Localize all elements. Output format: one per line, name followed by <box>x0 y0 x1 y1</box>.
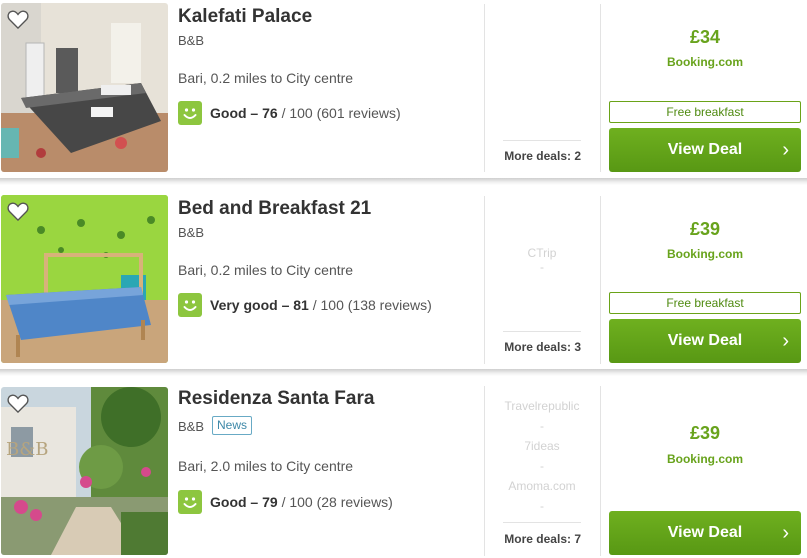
deal-price: £39 <box>689 423 721 443</box>
rating-reviews: / 100 (601 reviews) <box>277 104 401 121</box>
rating-reviews: / 100 (28 reviews) <box>277 493 393 510</box>
hotel-rating[interactable]: Very good – 81 / 100 (138 reviews) <box>178 292 432 317</box>
hotel-rating[interactable]: Good – 76 / 100 (601 reviews) <box>178 100 401 125</box>
smiley-icon <box>178 292 202 317</box>
hotel-photo[interactable]: B&B <box>1 387 168 555</box>
heart-icon[interactable] <box>7 9 29 29</box>
divider <box>600 386 601 556</box>
rating-score: Good – 76 <box>210 104 278 121</box>
divider <box>484 196 485 364</box>
more-deals-link[interactable]: More deals: 3 <box>503 340 581 354</box>
rating-score: Good – 79 <box>210 493 278 510</box>
hotel-location: Bari, 0.2 miles to City centre <box>178 262 354 278</box>
view-deal-button[interactable]: View Deal › <box>609 319 801 363</box>
ota-price: - <box>540 419 544 433</box>
ota-price: - <box>540 260 544 274</box>
accommodation-type: B&B <box>178 419 205 434</box>
heart-icon[interactable] <box>7 201 29 221</box>
view-deal-button[interactable]: View Deal › <box>609 511 801 555</box>
view-deal-label: View Deal <box>667 141 743 158</box>
deal-provider: Booking.com <box>666 55 743 69</box>
smiley-icon <box>178 100 202 125</box>
hotel-card: Kalefati Palace B&B Bari, 0.2 miles to C… <box>0 0 807 178</box>
hotel-name[interactable]: Bed and Breakfast 21 <box>178 198 371 220</box>
deal-provider: Booking.com <box>666 247 743 261</box>
divider <box>503 522 581 523</box>
accommodation-type: B&B <box>178 33 205 48</box>
hotel-card: Bed and Breakfast 21 B&B Bari, 0.2 miles… <box>0 185 807 369</box>
hotel-photo[interactable] <box>1 195 168 363</box>
chevron-right-icon: › <box>782 330 789 352</box>
heart-icon[interactable] <box>7 393 29 413</box>
rating-reviews: / 100 (138 reviews) <box>308 296 432 313</box>
more-deals-link[interactable]: More deals: 2 <box>503 149 581 163</box>
smiley-icon <box>178 489 202 514</box>
ota-price: - <box>540 499 544 513</box>
divider <box>600 4 601 172</box>
other-sites-list: CTrip - <box>503 243 581 277</box>
hotel-photo[interactable] <box>1 3 168 172</box>
hotel-name[interactable]: Kalefati Palace <box>178 6 312 28</box>
ota-name[interactable]: Travelrepublic <box>503 396 581 416</box>
hotel-location: Bari, 2.0 miles to City centre <box>178 458 354 474</box>
ota-price: - <box>540 459 544 473</box>
divider <box>503 140 581 141</box>
view-deal-label: View Deal <box>667 332 743 349</box>
divider <box>503 331 581 332</box>
view-deal-button[interactable]: View Deal › <box>609 128 801 172</box>
deal-price: £34 <box>689 27 721 47</box>
deal-provider: Booking.com <box>666 452 743 466</box>
hotel-location: Bari, 0.2 miles to City centre <box>178 70 354 86</box>
rating-score: Very good – 81 <box>210 296 309 313</box>
deal-price: £39 <box>689 219 721 239</box>
divider <box>600 196 601 364</box>
ota-name[interactable]: Amoma.com <box>503 476 581 496</box>
card-separator <box>0 369 807 376</box>
free-breakfast-badge: Free breakfast <box>609 101 801 123</box>
view-deal-label: View Deal <box>667 524 743 541</box>
other-sites-list: Travelrepublic - 7ideas - Amoma.com - <box>503 396 581 516</box>
hotel-card: B&B Residenza Santa Fara B&B News Bari, … <box>0 376 807 558</box>
chevron-right-icon: › <box>782 139 789 161</box>
more-deals-link[interactable]: More deals: 7 <box>503 532 581 546</box>
accommodation-type: B&B <box>178 225 205 240</box>
chevron-right-icon: › <box>782 522 789 544</box>
svg-text:B&B: B&B <box>6 439 48 460</box>
hotel-rating[interactable]: Good – 79 / 100 (28 reviews) <box>178 489 393 514</box>
divider <box>484 386 485 556</box>
hotel-name[interactable]: Residenza Santa Fara <box>178 388 374 410</box>
divider <box>484 4 485 172</box>
news-badge: News <box>212 416 253 435</box>
free-breakfast-badge: Free breakfast <box>609 292 801 314</box>
ota-name[interactable]: 7ideas <box>503 436 581 456</box>
card-separator <box>0 178 807 185</box>
